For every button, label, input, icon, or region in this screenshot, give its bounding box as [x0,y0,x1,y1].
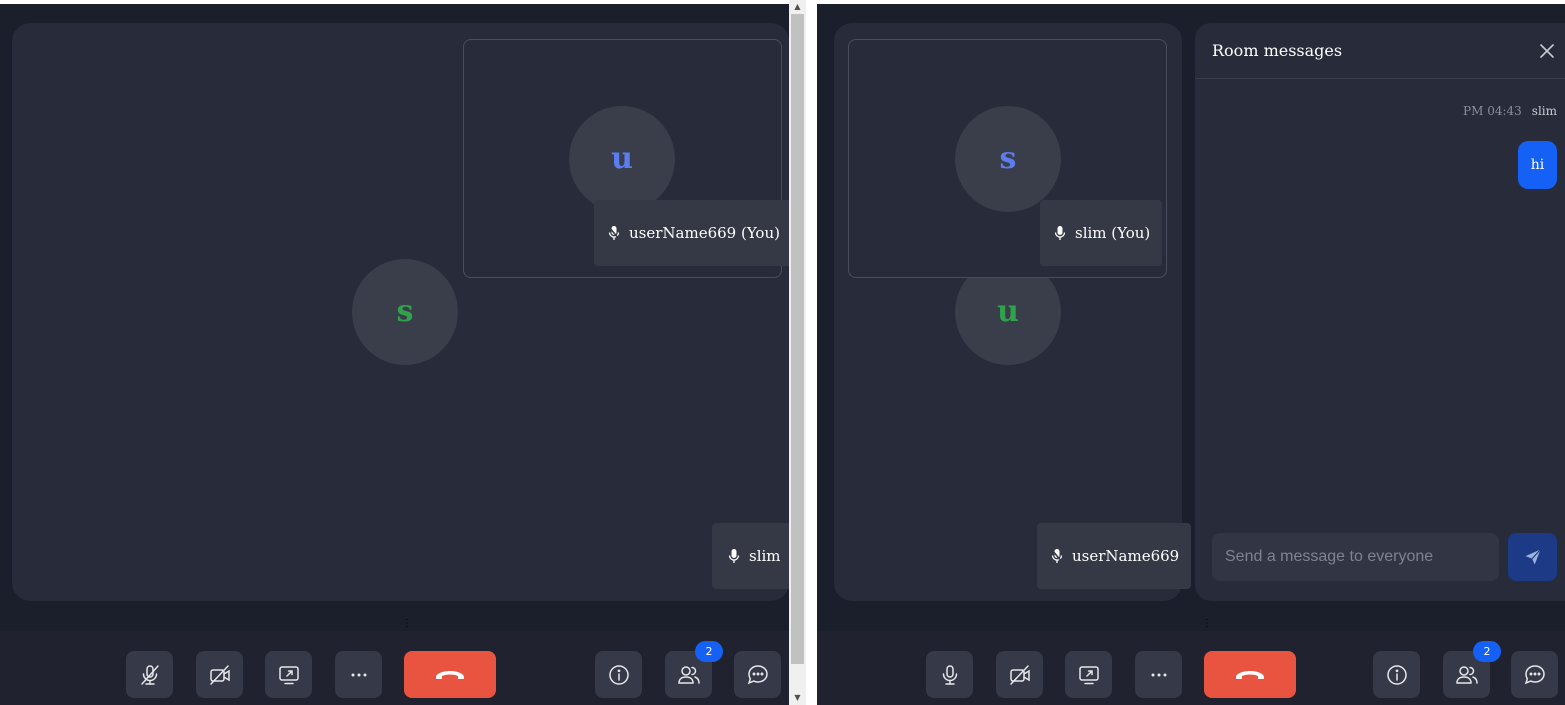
info-icon [608,664,629,685]
camera-off-icon [1009,664,1030,685]
more-options-button[interactable] [335,651,382,698]
remote-name-label: userName669 [1072,547,1180,565]
end-call-button[interactable] [1204,651,1296,698]
chat-panel: Room messages PM 04:43 slim hi [1195,23,1565,601]
chat-icon [1524,664,1545,684]
participants-icon [1455,665,1478,684]
mic-off-icon [140,664,159,685]
more-icon [351,673,366,676]
mic-off-icon [608,226,620,240]
message-sender: slim [1531,104,1557,118]
left-meeting-window: s u userName669 (You) slim ⋮ 2 [0,0,789,705]
self-name-tag: slim (You) [1040,200,1163,266]
chat-button[interactable] [1511,651,1558,698]
self-name-tag: userName669 (You) [594,200,789,266]
drag-handle[interactable]: ⋮ [402,618,412,630]
scroll-up-arrow-icon[interactable]: ▲ [789,0,806,14]
participants-count-badge: 2 [695,641,723,662]
chat-icon [747,664,768,684]
end-call-button[interactable] [404,651,496,698]
message-bubble: hi [1518,141,1557,189]
scrollbar-thumb[interactable] [791,14,804,664]
share-screen-button[interactable] [1065,651,1112,698]
window-top-edge [0,0,789,4]
message-meta: PM 04:43 slim [1463,104,1557,118]
message-input[interactable] [1212,533,1499,581]
camera-toggle-button[interactable] [996,651,1043,698]
info-button[interactable] [1373,651,1420,698]
info-button[interactable] [595,651,642,698]
self-avatar: s [955,106,1061,212]
share-screen-button[interactable] [265,651,312,698]
end-call-icon [1236,670,1264,679]
message-time: PM 04:43 [1463,104,1522,118]
share-screen-icon [1078,665,1099,684]
vertical-scrollbar[interactable]: ▲ ▼ [789,0,806,705]
participants-icon [677,665,700,684]
window-top-edge [817,0,1565,4]
self-name-label: slim (You) [1075,224,1151,242]
window-divider [806,0,817,705]
mic-icon [942,664,957,685]
send-button[interactable] [1508,533,1557,581]
chat-title: Room messages [1212,41,1343,60]
remote-name-tag: userName669 [1037,523,1192,589]
end-call-icon [436,670,464,679]
scroll-down-arrow-icon[interactable]: ▼ [789,691,806,705]
self-name-label: userName669 (You) [629,224,780,242]
camera-off-icon [209,664,230,685]
more-options-button[interactable] [1135,651,1182,698]
more-icon [1151,673,1166,676]
chat-button[interactable] [734,651,781,698]
send-icon [1525,549,1541,565]
self-avatar: u [569,106,675,212]
share-screen-icon [278,665,299,684]
self-video-tile[interactable]: u userName669 (You) [463,39,789,278]
drag-handle[interactable]: ⋮ [1202,618,1212,630]
mic-icon [1054,226,1066,240]
mute-button[interactable] [926,651,973,698]
participants-count-badge: 2 [1473,641,1501,662]
remote-avatar: s [352,259,458,365]
chat-header: Room messages [1195,23,1565,79]
right-meeting-window: u s slim (You) userName669 Room messages… [817,0,1565,705]
self-video-tile[interactable]: s slim (You) [848,39,1167,278]
video-stage: s u userName669 (You) slim [12,23,789,601]
info-icon [1386,664,1407,685]
mic-off-icon [1051,549,1063,563]
remote-name-tag: slim [712,523,789,589]
close-icon[interactable] [1539,43,1555,59]
camera-toggle-button[interactable] [196,651,243,698]
remote-name-label: slim [749,547,781,565]
mute-button[interactable] [126,651,173,698]
video-stage: u s slim (You) userName669 [834,23,1192,601]
mic-icon [728,549,740,563]
